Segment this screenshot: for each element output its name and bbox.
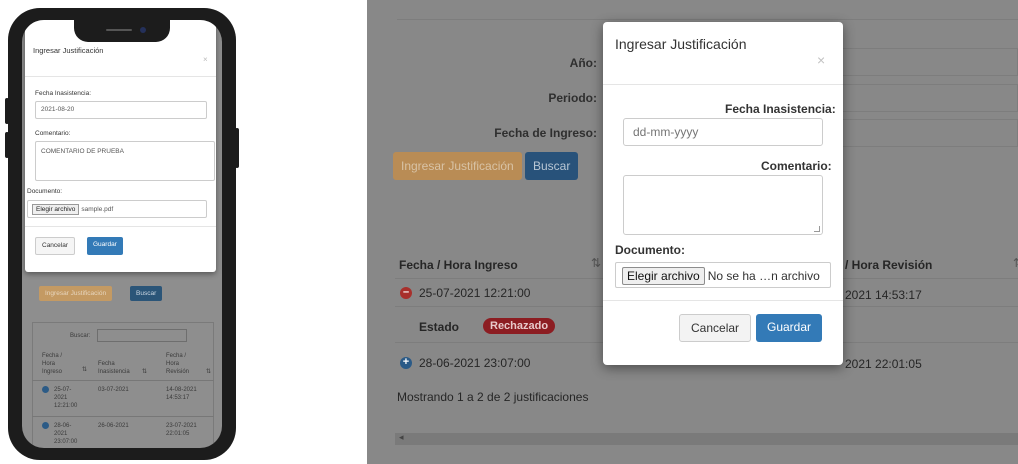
anio-label: Año: — [569, 56, 597, 70]
periodo-label: Periodo: — [548, 91, 597, 105]
fecha-inasistencia-input[interactable]: 2021-08-20 — [35, 101, 207, 119]
col-header-ingreso: Fecha / Hora Ingreso — [42, 353, 63, 375]
expand-row-icon[interactable] — [42, 386, 49, 393]
modal-header-divider — [25, 76, 216, 77]
comentario-label: Comentario: — [761, 159, 832, 173]
modal-title: Ingresar Justificación — [615, 36, 747, 52]
speaker-icon — [106, 29, 132, 31]
comentario-textarea[interactable] — [623, 175, 823, 235]
phone-volume-button — [5, 132, 9, 158]
bg-ingresar-justificacion-button[interactable]: Ingresar Justificación — [39, 286, 113, 301]
collapse-row-icon[interactable]: – — [400, 287, 412, 299]
file-status: No se ha …n archivo — [707, 269, 820, 283]
col-header-inasistencia: Fecha Inasistencia — [98, 361, 130, 375]
modal-header-divider — [603, 84, 843, 85]
close-icon[interactable]: × — [203, 55, 208, 64]
save-button[interactable]: Guardar — [87, 237, 123, 255]
row-revision: 23-07-2021 22:01:05 — [166, 423, 197, 437]
row-inasistencia: 03-07-2021 — [98, 387, 129, 393]
documento-label: Documento: — [615, 243, 685, 257]
col-header-revision[interactable]: / Hora Revisión — [845, 258, 932, 272]
fecha-ingreso-input[interactable] — [842, 119, 1018, 147]
row-revision: 14-08-2021 14:53:17 — [166, 387, 197, 401]
row-ingreso: 28-06-2021 23:07:00 — [419, 356, 531, 370]
search-label: Buscar: — [70, 333, 91, 339]
close-icon[interactable]: × — [817, 52, 825, 68]
comentario-textarea[interactable]: COMENTARIO DE PRUEBA — [35, 141, 215, 181]
modal-title: Ingresar Justificación — [33, 46, 104, 55]
expand-row-icon[interactable] — [42, 422, 49, 429]
col-header-revision: Fecha / Hora Revisión — [166, 353, 190, 375]
row-revision: 2021 14:53:17 — [845, 288, 922, 302]
buscar-button[interactable]: Buscar — [525, 152, 579, 180]
row-divider — [32, 416, 214, 417]
phone-volume-button — [5, 98, 9, 124]
horizontal-scrollbar[interactable] — [395, 433, 1018, 445]
fecha-ingreso-label: Fecha de Ingreso: — [494, 126, 597, 140]
cancel-button[interactable]: Cancelar — [35, 237, 76, 255]
phone-notch — [74, 20, 170, 42]
sort-icon[interactable]: ⇅ — [1013, 256, 1018, 270]
modal-footer-divider — [603, 300, 843, 301]
save-button[interactable]: Guardar — [756, 314, 823, 342]
col-header-ingreso[interactable]: Fecha / Hora Ingreso — [399, 258, 518, 272]
camera-icon — [140, 27, 146, 33]
bg-buscar-button[interactable]: Buscar — [130, 286, 163, 301]
modal-footer-divider — [25, 226, 216, 227]
choose-file-button[interactable]: Elegir archivo — [32, 204, 80, 215]
documento-file-input[interactable]: Elegir archivo No se ha …n archivo — [615, 262, 831, 288]
mobile-justification-modal: Ingresar Justificación × Fecha Inasisten… — [25, 20, 216, 272]
periodo-select[interactable] — [842, 84, 1018, 112]
resize-grip-icon[interactable] — [814, 226, 820, 232]
phone-power-button — [235, 128, 239, 168]
table-footer-info: Mostrando 1 a 2 de 2 justificaciones — [397, 390, 589, 404]
search-input[interactable] — [97, 329, 187, 342]
row-inasistencia: 26-06-2021 — [98, 423, 129, 429]
ingresar-justificacion-button[interactable]: Ingresar Justificación — [393, 152, 522, 180]
sort-icon[interactable]: ⇅ — [82, 366, 87, 374]
table-header-divider — [32, 380, 214, 381]
documento-file-input[interactable]: Elegir archivo sample.pdf — [27, 200, 207, 218]
status-badge: Rechazado — [483, 318, 556, 334]
estado-label: Estado — [419, 320, 460, 334]
comentario-label: Comentario: — [35, 130, 71, 137]
sort-icon[interactable]: ⇅ — [591, 256, 601, 270]
justification-modal: Ingresar Justificación × Fecha Inasisten… — [603, 22, 843, 365]
sort-icon[interactable]: ⇅ — [206, 368, 211, 376]
scroll-left-icon[interactable]: ◂ — [399, 432, 404, 443]
documento-label: Documento: — [27, 188, 63, 195]
row-ingreso: 28-06- 2021 23:07:00 — [54, 423, 78, 445]
row-revision: 2021 22:01:05 — [845, 357, 922, 371]
fecha-inasistencia-label: Fecha Inasistencia: — [35, 90, 92, 97]
phone-mockup: Ingresar Justificación × Fecha Inasisten… — [5, 8, 239, 460]
choose-file-button[interactable]: Elegir archivo — [622, 267, 705, 285]
fecha-inasistencia-input[interactable] — [623, 118, 823, 146]
cancel-button[interactable]: Cancelar — [679, 314, 752, 342]
row-ingreso: 25-07- 2021 12:21:00 — [54, 387, 78, 409]
phone-screen: Ingresar Justificación × Fecha Inasisten… — [22, 20, 222, 448]
top-divider — [397, 19, 1018, 20]
expand-row-icon[interactable]: + — [400, 357, 412, 369]
file-name: sample.pdf — [81, 206, 114, 213]
anio-select[interactable] — [842, 48, 1018, 76]
fecha-inasistencia-label: Fecha Inasistencia: — [725, 102, 836, 116]
row-ingreso: 25-07-2021 12:21:00 — [419, 286, 531, 300]
sort-icon[interactable]: ⇅ — [142, 368, 147, 376]
